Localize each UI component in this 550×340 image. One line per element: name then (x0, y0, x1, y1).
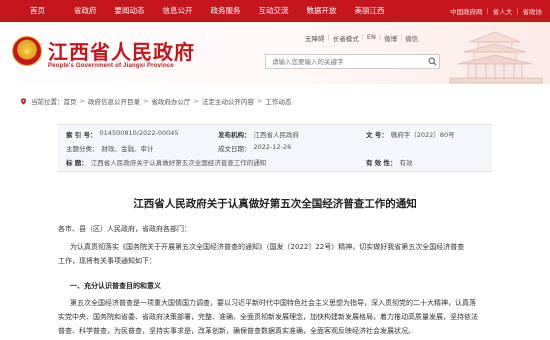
divider: | (327, 33, 330, 41)
article-paragraph-line: 为认真贯彻落实《国务院关于开展第五次全国经济普查的通知》（国发〔2022〕22号… (70, 243, 465, 251)
nav-item-open-data[interactable]: 数据开放 (298, 0, 346, 22)
article-title: 江西省人民政府关于认真做好第五次全国经济普查工作的通知 (133, 198, 417, 210)
article-paragraph-line: 普查、科学普查，为民普查，坚持实事求是，改革创新，确保普查数据真实准确，全面客观… (58, 327, 415, 335)
metadata-label: 主题分类： (66, 145, 99, 153)
divider: | (361, 33, 364, 41)
metadata-row: 主题分类： 财政、金融、审计 成文日期： 2022-12-26 (58, 143, 492, 155)
english-link[interactable]: EN (367, 33, 376, 43)
metadata-value: 江西省人民政府关于认真做好第五次全国经济普查工作的通知 (90, 159, 267, 167)
breadcrumb-separator: > (79, 97, 85, 105)
top-external-links: 中国政府网 | 省人大 | 省政协 (446, 6, 550, 16)
nav-item-beautiful-jiangxi[interactable]: 美丽江西 (346, 0, 394, 22)
breadcrumb-work-news[interactable]: 工作动态 (265, 96, 291, 106)
location-pin-icon (20, 97, 27, 105)
search-button[interactable] (425, 55, 439, 68)
metadata-row: 标 题： 江西省人民政府关于认真做好第五次全国经济普查工作的通知 有 效 性： … (58, 157, 492, 169)
article-salutation: 各市、县（区）人民政府，省政府各部门： (58, 225, 191, 233)
divider: | (400, 33, 403, 41)
metadata-category: 主题分类： 财政、金融、审计 (66, 143, 154, 153)
metadata-label: 索 引 号： (66, 131, 97, 139)
metadata-row: 索 引 号： 014500810/2022-00045 发布机构： 江西省人民政… (58, 129, 492, 141)
metadata-label: 文 号： (366, 131, 388, 139)
wechat-link[interactable]: 微信 (405, 33, 418, 43)
nav-item-news[interactable]: 要闻动态 (106, 0, 154, 22)
site-title[interactable]: 江西省人民政府 (48, 36, 195, 65)
article-paragraph-line: 实党中央、国务院和省委、省政府决策部署，完整、准确、全面贯彻新发展理念，加快构建… (58, 313, 478, 321)
search-box (265, 54, 440, 69)
link-provincial-cppcc[interactable]: 省政协 (523, 6, 543, 16)
divider: | (378, 33, 382, 41)
breadcrumb-separator: > (256, 97, 263, 105)
nav-item-gov-services[interactable]: 政务服务 (202, 0, 250, 22)
breadcrumb-separator: > (193, 97, 199, 105)
nav-item-provincial-gov[interactable]: 省政府 (65, 0, 106, 22)
divider: | (486, 7, 489, 15)
elder-mode-link[interactable]: 长者模式 (333, 33, 359, 43)
metadata-validity: 有 效 性： 有效 (366, 157, 413, 167)
search-icon (428, 57, 437, 66)
metadata-label: 有 效 性： (366, 159, 397, 167)
metadata-value: 赣府字〔2022〕80号 (390, 131, 455, 139)
metadata-index: 索 引 号： 014500810/2022-00045 (66, 129, 179, 139)
metadata-label: 发布机构： (218, 131, 251, 139)
metadata-doc-number: 文 号： 赣府字〔2022〕80号 (366, 129, 455, 139)
metadata-value: 有效 (399, 159, 413, 167)
article-paragraph-line: 工作，现将有关事项通知如下： (58, 257, 156, 265)
breadcrumb-disclosure-catalog[interactable]: 政府信息公开目录 (88, 96, 140, 106)
link-provincial-congress[interactable]: 省人大 (493, 6, 513, 16)
top-nav-bar: 首页 省政府 要闻动态 信息公开 政务服务 互动交流 数据开放 美丽江西 中国政… (0, 0, 550, 22)
article-paragraph-line: 第五次全国经济普查是一项重大国情国力调查，要以习近平新时代中国特色社会主义思想为… (70, 299, 476, 307)
article-section-heading: 一、充分认识普查目的和意义 (70, 282, 161, 290)
metadata-label: 成文日期： (218, 145, 251, 153)
nav-item-home[interactable]: 首页 (0, 0, 65, 22)
divider: | (516, 7, 519, 15)
breadcrumb-prefix: 当前位置： (31, 98, 64, 106)
nav-item-interaction[interactable]: 互动交流 (250, 0, 298, 22)
metadata-value: 财政、金融、审计 (101, 145, 154, 153)
tengwang-pavilion-illustration (449, 31, 543, 84)
link-central-gov[interactable]: 中国政府网 (450, 6, 483, 16)
site-subtitle: People's Government of Jiangxi Province (48, 63, 174, 69)
metadata-value: 014500810/2022-00045 (99, 129, 179, 137)
nav-item-info-disclosure[interactable]: 信息公开 (154, 0, 202, 22)
metadata-date: 成文日期： 2022-12-26 (218, 143, 291, 153)
utility-links: 无障碍 | 长者模式 | EN | 微博 | 微信 (305, 33, 418, 43)
metadata-value: 江西省人民政府 (253, 131, 300, 139)
search-input[interactable] (266, 57, 425, 66)
breadcrumb-general-office[interactable]: 省政府办公厅 (151, 96, 190, 106)
national-emblem-icon (12, 36, 42, 66)
metadata-label: 标 题： (66, 159, 88, 167)
metadata-issuer: 发布机构： 江西省人民政府 (218, 129, 299, 139)
document-metadata-table: 索 引 号： 014500810/2022-00045 发布机构： 江西省人民政… (58, 124, 492, 172)
site-header: 江西省人民政府 People's Government of Jiangxi P… (0, 22, 550, 84)
breadcrumb-separator: > (142, 97, 149, 105)
breadcrumb: 当前位置： 首页 > 政府信息公开目录 > 省政府办公厅 > 法定主动公开内容 … (0, 94, 550, 108)
weibo-link[interactable]: 微博 (384, 33, 397, 43)
breadcrumb-statutory-content[interactable]: 法定主动公开内容 (202, 96, 254, 106)
breadcrumb-home[interactable]: 首页 (64, 96, 77, 106)
barrier-free-link[interactable]: 无障碍 (305, 33, 325, 43)
metadata-value: 2022-12-26 (253, 143, 292, 151)
metadata-title: 标 题： 江西省人民政府关于认真做好第五次全国经济普查工作的通知 (66, 157, 266, 167)
